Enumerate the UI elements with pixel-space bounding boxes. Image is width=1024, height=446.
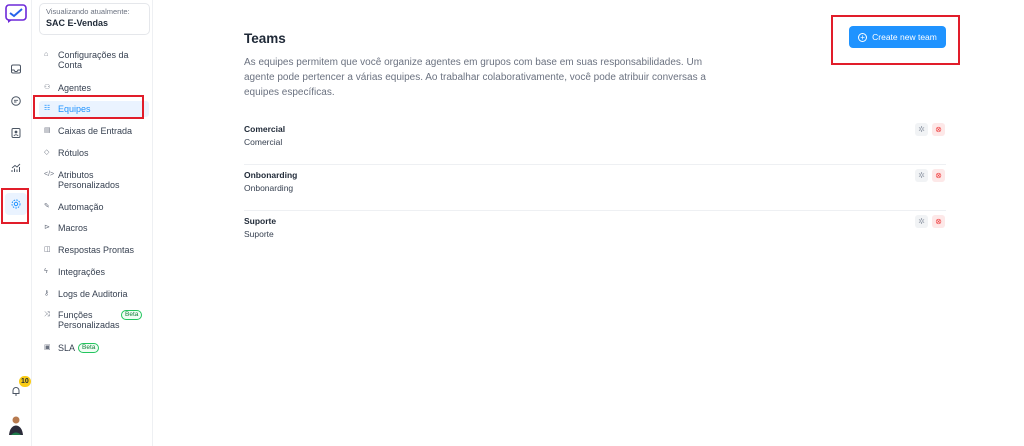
house-icon: ⌂ (44, 51, 49, 58)
team-name: Onbonarding (244, 170, 298, 180)
team-name: Comercial (244, 124, 286, 134)
sidebar-item-label: Rótulos (58, 148, 89, 158)
tag-icon: ◇ (44, 149, 50, 156)
chat-icon: ◫ (44, 246, 51, 253)
primary-rail: 10 (0, 0, 32, 446)
team-description: Suporte (244, 229, 274, 239)
sidebar-item-label: Automação (58, 202, 104, 212)
avatar[interactable] (7, 414, 25, 436)
gear-icon: ✲ (918, 124, 925, 134)
code-icon: </> (44, 171, 55, 178)
account-name: SAC E-Vendas (46, 18, 109, 28)
notification-count-badge: 10 (19, 376, 31, 387)
shuffle-icon: ⤨ (44, 311, 50, 318)
macro-icon: ⊳ (44, 224, 50, 231)
team-row: Onbonarding Onbonarding ✲ ⊗ (244, 165, 946, 211)
team-delete-button[interactable]: ⊗ (932, 123, 945, 136)
gear-icon: ✲ (918, 216, 925, 226)
sidebar-item-inboxes[interactable]: ▤ Caixas de Entrada (39, 123, 149, 139)
app-root: 10 Visualizando atualmente: SAC E-Vendas… (0, 0, 1024, 446)
team-row: Suporte Suporte ✲ ⊗ (244, 211, 946, 257)
sidebar-item-custom-roles[interactable]: ⤨ Funções Personalizadas Beta (39, 307, 149, 333)
delete-icon: ⊗ (935, 216, 942, 226)
conversation-icon[interactable] (5, 90, 27, 112)
team-delete-button[interactable]: ⊗ (932, 215, 945, 228)
team-name: Suporte (244, 216, 277, 226)
sidebar-item-label: SLA (58, 343, 76, 353)
sidebar-item-canned-responses[interactable]: ◫ Respostas Prontas (39, 242, 149, 258)
sidebar-item-label: Atributos Personalizados (58, 170, 120, 190)
sidebar-item-label: Logs de Auditoria (58, 289, 128, 299)
highlight-settings-box (1, 188, 29, 224)
contacts-icon[interactable] (5, 122, 27, 144)
sidebar-item-sla[interactable]: ▣ SLA Beta (39, 340, 149, 356)
team-description: Comercial (244, 137, 283, 147)
sidebar-item-agents[interactable]: ⚇ Agentes (39, 80, 149, 96)
key-icon: ⚷ (44, 290, 50, 297)
sidebar-item-label: Configurações da Conta (58, 50, 129, 70)
account-label: Visualizando atualmente: (46, 7, 130, 16)
sidebar-item-custom-attributes[interactable]: </> Atributos Personalizados (39, 167, 149, 193)
inbox-icon: ▤ (44, 127, 51, 134)
sidebar-item-label: Macros (58, 223, 88, 233)
sidebar-item-macros[interactable]: ⊳ Macros (39, 220, 149, 236)
logo-icon[interactable] (5, 4, 27, 24)
team-delete-button[interactable]: ⊗ (932, 169, 945, 182)
highlight-create-box (831, 15, 960, 65)
sla-icon: ▣ (44, 344, 51, 351)
plug-icon: ϟ (44, 268, 48, 275)
delete-icon: ⊗ (935, 124, 942, 134)
sidebar-item-label: Agentes (58, 83, 92, 93)
reports-icon[interactable] (5, 157, 27, 179)
delete-icon: ⊗ (935, 170, 942, 180)
sidebar-item-label: Funções Personalizadas (58, 310, 120, 330)
sidebar-item-integrations[interactable]: ϟ Integrações (39, 264, 149, 280)
team-settings-button[interactable]: ✲ (915, 215, 928, 228)
highlight-teams-box (33, 95, 144, 119)
page-title: Teams (244, 31, 286, 46)
team-description: Onbonarding (244, 183, 294, 193)
team-settings-button[interactable]: ✲ (915, 123, 928, 136)
account-switcher[interactable]: Visualizando atualmente: SAC E-Vendas (39, 3, 150, 35)
beta-badge: Beta (121, 310, 143, 320)
sidebar-item-automation[interactable]: ✎ Automação (39, 199, 149, 215)
sidebar-item-label: Caixas de Entrada (58, 126, 133, 136)
sidebar-item-label: Respostas Prontas (58, 245, 135, 255)
agents-icon: ⚇ (44, 84, 51, 91)
sidebar-item-label: Integrações (58, 267, 106, 277)
automation-icon: ✎ (44, 203, 50, 210)
sidebar-item-labels[interactable]: ◇ Rótulos (39, 145, 149, 161)
sidebar-item-audit-logs[interactable]: ⚷ Logs de Auditoria (39, 286, 149, 302)
sidebar-item-account-settings[interactable]: ⌂ Configurações da Conta (39, 47, 149, 73)
gear-icon: ✲ (918, 170, 925, 180)
inbox-icon[interactable] (5, 58, 27, 80)
settings-sidebar: Visualizando atualmente: SAC E-Vendas ⌂ … (32, 0, 153, 446)
beta-badge: Beta (78, 343, 100, 353)
team-settings-button[interactable]: ✲ (915, 169, 928, 182)
page-description: As equipes permitem que você organize ag… (244, 57, 706, 98)
team-row: Comercial Comercial ✲ ⊗ (244, 119, 946, 165)
